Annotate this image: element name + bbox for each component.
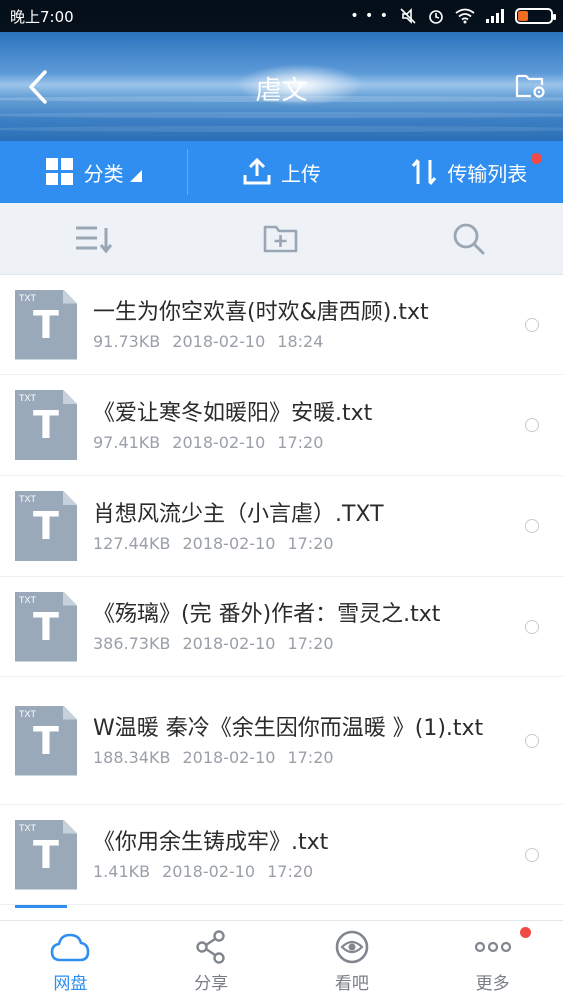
tab-share[interactable]: 分享 [141,921,282,1000]
triangle-down-icon [129,170,142,182]
file-row[interactable]: TXT T 肖想风流少主（小言虐）.TXT 127.44KB 2018-02-10 1… [0,476,563,577]
eye-icon [335,930,369,964]
notification-dot [520,927,531,938]
category-label: 分类 [83,161,124,186]
file-size: 386.73KB [93,634,171,653]
status-bar: 晚上7:00 • • • [0,0,563,32]
tab-label: 更多 [475,974,510,994]
transfer-list-label: 传输列表 [447,161,528,186]
file-time: 17:20 [287,634,334,653]
new-folder-icon [264,225,298,252]
page-title: 虐文 [255,76,308,106]
cloud-icon [51,933,90,962]
file-row[interactable]: TXT T 《爱让寒冬如暖阳》安暖.txt 97.41KB 2018-02-10 17… [0,375,563,476]
tab-label: 网盘 [53,974,88,994]
signal-dots-icon: • • • [350,8,389,24]
file-time: 18:24 [277,332,324,351]
txt-file-icon: TXT T [15,289,77,360]
file-size: 188.34KB [93,748,171,767]
file-date: 2018-02-10 [182,634,276,653]
folder-settings-button[interactable] [511,66,551,106]
category-button[interactable]: 分类 [0,141,187,203]
txt-file-icon: TXT T [15,591,77,662]
share-icon [196,930,225,964]
search-button[interactable] [445,215,493,263]
file-size: 97.41KB [93,432,161,452]
file-name: W温暖 秦冷《余生因你而温暖 》(1).txt [93,716,484,741]
more-icon [474,941,511,953]
file-size: 1.41KB [93,862,151,881]
select-radio[interactable] [525,847,539,862]
file-row[interactable]: TXT T 一生为你空欢喜(时欢&唐西顾).txt 91.73KB 2018-02-… [0,275,563,375]
file-row-partial[interactable] [0,905,563,920]
file-row[interactable]: TXT T 《你用余生铸成牢》.txt 1.41KB 2018-02-10 17:20 [0,805,563,905]
mute-icon [400,8,416,24]
file-size: 127.44KB [93,533,171,553]
txt-file-icon: TXT T [15,819,77,890]
txt-file-icon: TXT T [15,491,77,561]
file-row[interactable]: TXT T 《殇璃》(完 番外)作者：雪灵之.txt 386.73KB 2018-0… [0,577,563,677]
notification-dot [530,153,542,164]
file-date: 2018-02-10 [182,748,276,767]
grid-icon [45,158,73,185]
transfer-icon [412,159,437,185]
alarm-icon [429,10,443,24]
action-bar: 分类 上传 传输列表 [0,141,563,203]
search-icon [453,223,485,254]
file-name: 《殇璃》(完 番外)作者：雪灵之.txt [93,602,441,627]
header-banner: 晚上7:00 • • • 虐文 [0,0,563,141]
file-row[interactable]: TXT T W温暖 秦冷《余生因你而温暖 》(1).txt 188.34KB 201… [0,677,563,805]
file-name: 《你用余生铸成牢》.txt [93,830,329,855]
tab-label: 看吧 [334,974,369,994]
new-folder-button[interactable] [257,215,305,263]
file-date: 2018-02-10 [162,862,256,881]
toolbar [0,203,563,275]
tab-more[interactable]: 更多 [422,921,563,1000]
tab-label: 分享 [194,974,229,994]
upload-icon [243,158,271,185]
file-time: 17:20 [267,862,314,881]
txt-file-icon: TXT T [15,705,77,776]
file-size: 91.73KB [93,332,161,351]
bottom-nav: 网盘 分享 看吧 更多 [0,920,563,1000]
tab-watch[interactable]: 看吧 [282,921,423,1000]
select-radio[interactable] [525,418,539,432]
file-time: 17:20 [287,533,334,553]
file-name: 《爱让寒冬如暖阳》安暖.txt [93,400,373,426]
tab-cloud-drive[interactable]: 网盘 [0,921,141,1000]
file-name: 肖想风流少主（小言虐）.TXT [93,501,384,527]
battery-icon [515,8,556,24]
status-time: 晚上7:00 [10,7,74,26]
upload-button[interactable]: 上传 [188,141,375,203]
file-name: 一生为你空欢喜(时欢&唐西顾).txt [93,300,429,325]
upload-label: 上传 [280,161,321,186]
file-time: 17:20 [277,432,324,452]
select-radio[interactable] [525,317,539,332]
transfer-list-button[interactable]: 传输列表 [376,141,563,203]
file-date: 2018-02-10 [182,533,276,553]
sort-button[interactable] [70,215,118,263]
folder-settings-icon [515,74,545,98]
wifi-icon [455,8,475,24]
select-radio[interactable] [525,619,539,634]
sort-icon [75,226,112,253]
file-time: 17:20 [287,748,334,767]
select-radio[interactable] [525,733,539,748]
file-date: 2018-02-10 [172,332,266,351]
signal-icon [486,9,504,23]
txt-file-icon: TXT T [15,390,77,460]
select-radio[interactable] [525,519,539,533]
file-date: 2018-02-10 [172,432,266,452]
file-list: TXT T 一生为你空欢喜(时欢&唐西顾).txt 91.73KB 2018-02-… [0,275,563,920]
